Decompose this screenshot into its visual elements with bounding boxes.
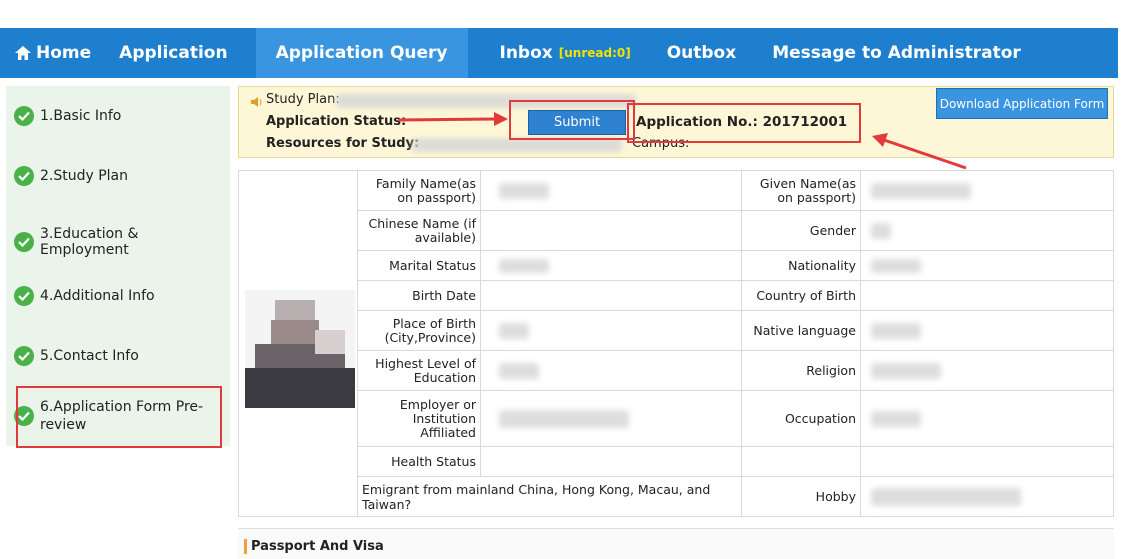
country-of-birth-label: Country of Birth	[741, 280, 861, 311]
emigrant-label: Emigrant from mainland China, Hong Kong,…	[357, 476, 742, 517]
empty-cell	[860, 446, 1114, 477]
sidebar-item-label: 1.Basic Info	[40, 108, 122, 124]
sidebar-item-contact-info[interactable]: 5.Contact Info	[6, 346, 230, 366]
passport-section-header: Passport And Visa	[238, 528, 1114, 559]
nav-home[interactable]: Home	[0, 28, 105, 78]
nav-message-label: Message to Administrator	[772, 43, 1021, 63]
application-status-label: Application Status:	[266, 114, 407, 129]
highest-education-value	[480, 350, 742, 391]
empty-cell	[741, 446, 861, 477]
highlight-box-submit	[509, 100, 635, 140]
unread-badge: [unread:0]	[558, 46, 631, 60]
employer-value	[480, 390, 742, 447]
nav-application[interactable]: Application	[105, 28, 241, 78]
main-nav: Home Application Application Query Inbox…	[0, 28, 1118, 78]
table-row: Marital Status Nationality	[239, 250, 1114, 281]
check-icon	[14, 232, 34, 252]
applicant-photo	[245, 290, 355, 408]
resources-label: Resources for Study:	[266, 136, 420, 151]
sidebar-item-label: 3.Education & Employment	[40, 226, 139, 258]
religion-value	[860, 350, 1114, 391]
nav-application-label: Application	[119, 43, 228, 63]
nav-home-label: Home	[36, 43, 92, 63]
hobby-value	[860, 476, 1114, 517]
highest-education-label: Highest Level of Education	[357, 350, 481, 391]
birth-date-label: Birth Date	[357, 280, 481, 311]
top-strip	[0, 0, 1132, 28]
given-name-value	[860, 170, 1114, 211]
table-row: Employer or Institution Affiliated Occup…	[239, 390, 1114, 447]
check-icon	[14, 346, 34, 366]
table-row: Emigrant from mainland China, Hong Kong,…	[239, 476, 1114, 517]
home-icon	[15, 46, 31, 60]
health-status-value	[480, 446, 742, 477]
chinese-name-label: Chinese Name (if available)	[357, 210, 481, 251]
place-of-birth-value	[480, 310, 742, 351]
table-row: Place of Birth (City,Province) Native la…	[239, 310, 1114, 351]
nav-inbox[interactable]: Inbox [unread:0]	[486, 28, 645, 78]
table-row: Highest Level of Education Religion	[239, 350, 1114, 391]
hobby-label: Hobby	[741, 476, 861, 517]
marital-status-value	[480, 250, 742, 281]
check-icon	[14, 286, 34, 306]
country-of-birth-value	[860, 280, 1114, 311]
table-row: Birth Date Country of Birth	[239, 280, 1114, 311]
table-row: Health Status	[239, 446, 1114, 477]
chinese-name-value	[480, 210, 742, 251]
check-icon	[14, 106, 34, 126]
nav-inbox-label: Inbox	[499, 43, 553, 63]
birth-date-value	[480, 280, 742, 311]
check-icon	[14, 166, 34, 186]
nationality-value	[860, 250, 1114, 281]
gender-value	[860, 210, 1114, 251]
sidebar-item-additional-info[interactable]: 4.Additional Info	[6, 286, 230, 306]
nav-application-query[interactable]: Application Query	[255, 28, 468, 78]
sidebar-item-basic-info[interactable]: 1.Basic Info	[6, 106, 230, 126]
marital-status-label: Marital Status	[357, 250, 481, 281]
family-name-value	[480, 170, 742, 211]
native-language-value	[860, 310, 1114, 351]
employer-label: Employer or Institution Affiliated	[357, 390, 481, 447]
speaker-icon	[251, 97, 262, 107]
nav-message-admin[interactable]: Message to Administrator	[758, 28, 1035, 78]
table-row: Family Name(as on passport) Given Name(a…	[238, 170, 1114, 517]
given-name-label: Given Name(as on passport)	[741, 170, 861, 211]
sidebar-item-education[interactable]: 3.Education & Employment	[6, 226, 230, 258]
highlight-box-app-no	[627, 103, 861, 143]
sidebar-item-label: 4.Additional Info	[40, 288, 155, 304]
redacted-resources	[412, 138, 622, 152]
family-name-label: Family Name(as on passport)	[357, 170, 481, 211]
highlight-box-sidebar	[16, 386, 222, 448]
nav-outbox-label: Outbox	[666, 43, 737, 63]
sidebar-item-label: 2.Study Plan	[40, 168, 129, 184]
gender-label: Gender	[741, 210, 861, 251]
occupation-label: Occupation	[741, 390, 861, 447]
nationality-label: Nationality	[741, 250, 861, 281]
native-language-label: Native language	[741, 310, 861, 351]
nav-outbox[interactable]: Outbox	[653, 28, 751, 78]
place-of-birth-label: Place of Birth (City,Province)	[357, 310, 481, 351]
download-form-button[interactable]: Download Application Form	[936, 88, 1108, 119]
sidebar-item-study-plan[interactable]: 2.Study Plan	[6, 166, 230, 186]
applicant-info-table: Family Name(as on passport) Given Name(a…	[238, 170, 1114, 517]
nav-query-label: Application Query	[275, 43, 448, 63]
religion-label: Religion	[741, 350, 861, 391]
health-status-label: Health Status	[357, 446, 481, 477]
table-row: Chinese Name (if available) Gender	[239, 210, 1114, 251]
occupation-value	[860, 390, 1114, 447]
study-plan-label: Study Plan:	[266, 92, 340, 107]
sidebar-item-label: 5.Contact Info	[40, 348, 139, 364]
